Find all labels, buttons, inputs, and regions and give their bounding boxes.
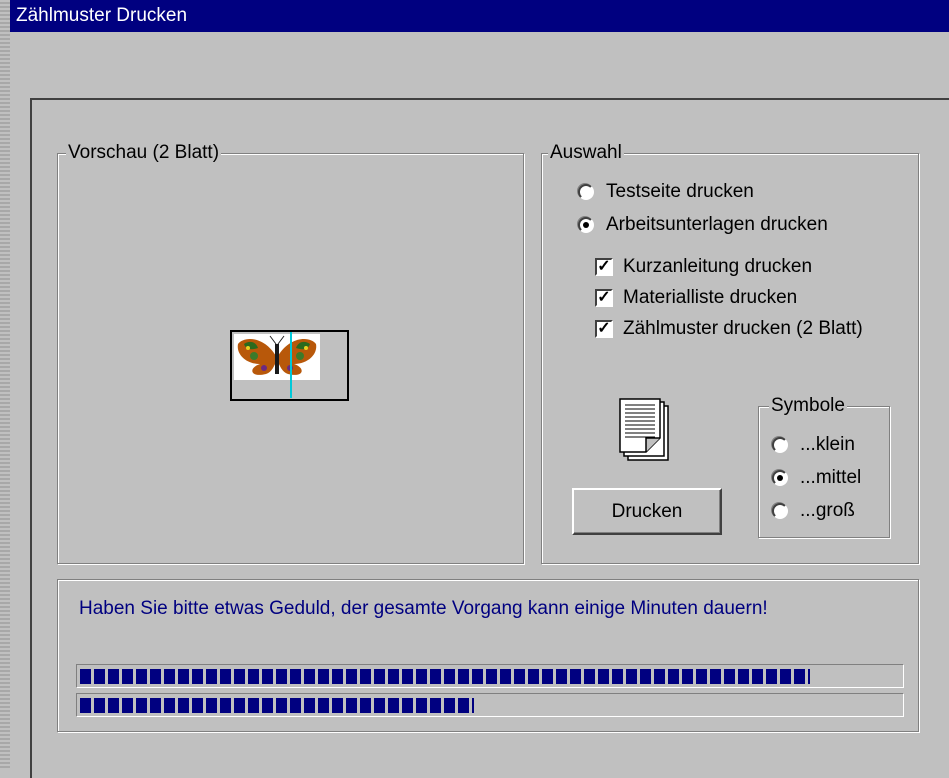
- preview-group: Vorschau (2 Blatt): [57, 142, 524, 564]
- radio-work-documents[interactable]: Arbeitsunterlagen drucken: [578, 214, 828, 236]
- radio-symbol-small[interactable]: ...klein: [772, 434, 855, 456]
- radio-symbol-medium-indicator[interactable]: [772, 470, 788, 486]
- selection-legend: Auswahl: [548, 142, 624, 164]
- window-title-bar[interactable]: Zählmuster Drucken: [10, 0, 949, 32]
- progress-bar-current: [76, 693, 904, 717]
- window-left-edge: [0, 0, 10, 770]
- checkbox-material-list-box[interactable]: ✓: [595, 289, 613, 307]
- page-split-line: [290, 332, 292, 398]
- radio-symbol-large[interactable]: ...groß: [772, 500, 855, 522]
- print-button[interactable]: Drucken: [572, 488, 722, 535]
- document-icon: [619, 398, 669, 461]
- radio-test-page-label: Testseite drucken: [606, 181, 754, 202]
- window-title: Zählmuster Drucken: [16, 5, 188, 26]
- radio-test-page-indicator[interactable]: [578, 184, 594, 200]
- checkbox-material-list-label: Materialliste drucken: [623, 287, 798, 308]
- checkbox-short-guide-box[interactable]: ✓: [595, 258, 613, 276]
- progress-fill-total: [80, 669, 810, 684]
- print-button-label: Drucken: [611, 500, 683, 522]
- checkbox-count-pattern-label: Zählmuster drucken (2 Blatt): [623, 318, 863, 339]
- radio-symbol-large-indicator[interactable]: [772, 503, 788, 519]
- progress-fill-current: [80, 698, 474, 713]
- radio-symbol-medium[interactable]: ...mittel: [772, 467, 861, 489]
- symbols-legend: Symbole: [769, 395, 847, 417]
- radio-symbol-small-indicator[interactable]: [772, 437, 788, 453]
- checkbox-short-guide-label: Kurzanleitung drucken: [623, 256, 813, 277]
- butterfly-image: [237, 335, 317, 375]
- checkbox-count-pattern[interactable]: ✓ Zählmuster drucken (2 Blatt): [595, 318, 863, 340]
- radio-work-documents-label: Arbeitsunterlagen drucken: [606, 214, 828, 235]
- radio-symbol-medium-label: ...mittel: [800, 467, 862, 488]
- checkbox-material-list[interactable]: ✓ Materialliste drucken: [595, 287, 797, 309]
- radio-symbol-large-label: ...groß: [800, 500, 855, 521]
- preview-page: [234, 334, 320, 380]
- radio-symbol-small-label: ...klein: [800, 434, 855, 455]
- status-message: Haben Sie bitte etwas Geduld, der gesamt…: [79, 598, 768, 619]
- preview-thumbnail: [230, 330, 349, 401]
- checkbox-short-guide[interactable]: ✓ Kurzanleitung drucken: [595, 256, 812, 278]
- preview-legend: Vorschau (2 Blatt): [66, 142, 222, 164]
- radio-test-page[interactable]: Testseite drucken: [578, 181, 754, 203]
- progress-bar-total: [76, 664, 904, 688]
- radio-work-documents-indicator[interactable]: [578, 217, 594, 233]
- checkbox-count-pattern-box[interactable]: ✓: [595, 320, 613, 338]
